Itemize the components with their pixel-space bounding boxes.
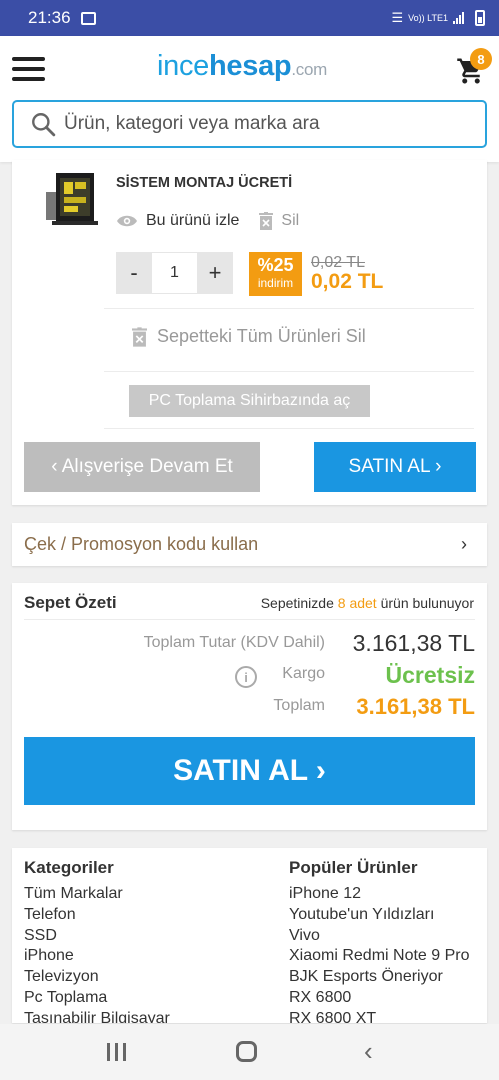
footer-link[interactable]: Pc Toplama <box>24 988 170 1009</box>
cart-summary-card: Sepet Özeti Sepetinizde 8 adet ürün bulu… <box>12 583 487 830</box>
footer-link[interactable]: Taşınabilir Bilgisayar <box>24 1009 170 1023</box>
network-label: Vo)) LTE1 <box>408 13 448 23</box>
delete-label: Sil <box>281 212 300 229</box>
footer-link[interactable]: Youtube'un Yıldızları <box>289 905 470 926</box>
shipping-value: Ücretsiz <box>385 662 475 688</box>
decrease-quantity-button[interactable]: - <box>116 252 152 294</box>
info-icon[interactable]: i <box>235 666 257 688</box>
status-bar: 21:36 ☰ Vo)) LTE1 <box>0 0 499 36</box>
grand-total-value: 3.161,38 TL <box>356 694 475 719</box>
battery-icon <box>475 10 485 26</box>
search-input[interactable]: Ürün, kategori veya marka ara <box>12 100 487 148</box>
footer-link[interactable]: RX 6800 <box>289 988 470 1009</box>
discount-label: indirim <box>257 276 294 290</box>
new-price: 0,02 TL <box>311 270 384 293</box>
continue-shopping-button[interactable]: ‹ Alışverişe Devam Et <box>24 442 260 492</box>
pc-wizard-button[interactable]: PC Toplama Sihirbazında aç <box>129 385 370 417</box>
divider <box>104 371 474 372</box>
home-icon[interactable] <box>236 1041 257 1062</box>
product-image[interactable] <box>42 170 104 228</box>
cart-button[interactable]: 8 <box>456 48 492 86</box>
buy-button[interactable]: SATIN AL › <box>314 442 476 492</box>
gallery-icon <box>80 11 96 25</box>
site-header: incehesap.com 8 Ürün, kategori veya mark… <box>0 36 499 162</box>
footer-links: Kategoriler Tüm Markalar Telefon SSD iPh… <box>12 848 487 1023</box>
cart-item-card: SİSTEM MONTAJ ÜCRETİ Bu ürünü izle Sil -… <box>12 160 487 505</box>
total-value: 3.161,38 TL <box>352 630 475 656</box>
footer-link[interactable]: Telefon <box>24 905 170 926</box>
eye-icon <box>117 215 137 227</box>
watch-label: Bu ürünü izle <box>146 212 240 229</box>
footer-link[interactable]: SSD <box>24 926 170 947</box>
cart-count-badge: 8 <box>470 48 492 70</box>
quantity-stepper: - 1 + <box>116 252 233 294</box>
footer-link[interactable]: Tüm Markalar <box>24 884 170 905</box>
trash-icon <box>132 326 147 347</box>
item-count: 8 adet <box>337 595 377 611</box>
system-nav-bar: ‹ <box>0 1024 499 1080</box>
checkout-button[interactable]: SATIN AL › <box>24 737 475 805</box>
popular-products-column: Popüler Ürünler iPhone 12 Youtube'un Yıl… <box>289 858 470 1023</box>
footer-link[interactable]: iPhone <box>24 946 170 967</box>
chevron-right-icon: › <box>461 534 467 554</box>
footer-link[interactable]: Televizyon <box>24 967 170 988</box>
menu-icon[interactable] <box>12 57 45 81</box>
increase-quantity-button[interactable]: + <box>197 252 233 294</box>
discount-badge: %25 indirim <box>249 252 302 296</box>
divider <box>104 308 474 309</box>
shipping-label: Kargo <box>282 665 325 682</box>
popular-title: Popüler Ürünler <box>289 858 418 877</box>
footer-link[interactable]: Xiaomi Redmi Note 9 Pro <box>289 946 470 967</box>
status-time: 21:36 <box>28 8 71 27</box>
search-placeholder: Ürün, kategori veya marka ara <box>64 113 320 134</box>
product-name[interactable]: SİSTEM MONTAJ ÜCRETİ <box>116 175 292 191</box>
total-label: Toplam Tutar (KDV Dahil) <box>143 634 325 651</box>
delete-all-button[interactable]: Sepetteki Tüm Ürünleri Sil <box>132 326 366 347</box>
divider <box>24 619 475 620</box>
footer-link[interactable]: iPhone 12 <box>289 884 470 905</box>
watch-product-button[interactable]: Bu ürünü izle <box>116 212 239 230</box>
footer-link[interactable]: RX 6800 XT <box>289 1009 470 1023</box>
footer-link[interactable]: BJK Esports Öneriyor <box>289 967 470 988</box>
delete-all-label: Sepetteki Tüm Ürünleri Sil <box>157 326 366 346</box>
back-icon[interactable]: ‹ <box>364 1036 373 1067</box>
categories-column: Kategoriler Tüm Markalar Telefon SSD iPh… <box>24 858 170 1023</box>
summary-title: Sepet Özeti <box>24 593 117 612</box>
divider <box>104 428 474 429</box>
delete-item-button[interactable]: Sil <box>259 212 299 230</box>
search-icon <box>32 113 56 137</box>
quantity-field[interactable]: 1 <box>152 252 197 294</box>
recent-apps-icon[interactable] <box>107 1043 126 1061</box>
trash-icon <box>259 212 274 230</box>
signal-icon <box>453 12 464 24</box>
site-logo[interactable]: incehesap.com <box>157 50 327 83</box>
promo-code-row[interactable]: Çek / Promosyon kodu kullan › <box>12 523 487 566</box>
grand-total-label: Toplam <box>273 697 325 714</box>
promo-label: Çek / Promosyon kodu kullan <box>24 534 259 554</box>
discount-percent: %25 <box>257 255 294 275</box>
footer-link[interactable]: Vivo <box>289 926 470 947</box>
wifi-icon: ☰ <box>391 10 404 25</box>
item-count-text: Sepetinizde 8 adet ürün bulunuyor <box>260 595 474 611</box>
categories-title: Kategoriler <box>24 858 114 877</box>
